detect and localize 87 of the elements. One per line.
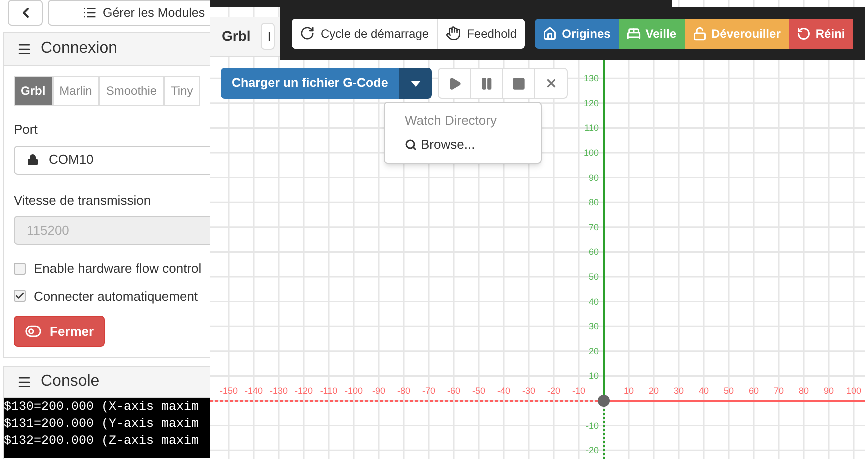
panel-title: Console [41,372,100,392]
axis-label: 130 [584,74,599,84]
axis-label: -120 [295,386,313,396]
pause-icon [480,76,494,90]
axis-label: 80 [799,386,809,396]
close-connection-button[interactable]: Fermer [14,316,106,347]
firmware-tab[interactable]: Marlin [52,76,100,106]
checkbox-label: Enable hardware flow control [34,260,202,278]
firmware-tab[interactable]: Smoothie [99,76,164,106]
unlock-icon [692,26,706,40]
home-icon [543,26,558,40]
checkbox-label: Connecter automatiquement [34,288,198,306]
menu-icon [17,374,32,390]
axis-label: 50 [588,272,599,282]
axis-label: -100 [345,386,363,396]
axis-label: 70 [774,386,784,396]
undo-icon [796,26,811,40]
field-label: Port [14,121,39,139]
hand-icon [446,26,462,41]
list-icon [83,6,97,20]
search-icon [405,139,417,151]
toggle-icon [25,323,42,340]
console-line: $130=200.000 (X-axis maxim [4,399,200,416]
axis-label: -80 [398,386,410,396]
toolbar-button[interactable]: Cycle de démarrage [292,18,438,48]
bed-icon [626,26,641,40]
axis-label: -110 [320,386,338,396]
axis-label: 30 [674,386,684,396]
axis-label: -150 [220,386,238,396]
axis-label: 110 [584,123,599,134]
panel-title: Connexion [41,39,118,59]
axis-label: -70 [422,386,436,396]
axis-label: -60 [448,386,460,396]
dropdown-toggle[interactable] [399,68,432,99]
workspace-tab[interactable]: I [260,23,275,50]
console-line: $131=200.000 (Y-axis maxim [4,416,200,433]
axis-label: 90 [824,386,834,396]
toolbar-button[interactable]: Origines [535,18,619,48]
axis-label: 30 [588,322,599,332]
lock-icon [27,154,39,166]
load-gcode-button[interactable]: Charger un fichier G-Code [221,68,400,99]
axis-label: -10 [572,386,586,396]
port-select[interactable]: COM10 [14,146,210,174]
console-line: $132=200.000 (Z-axis maxim [4,433,200,450]
axis-label: 80 [588,198,599,208]
menu-icon [17,42,32,56]
checkbox[interactable] [14,290,26,302]
toolbar-button[interactable]: Réini [788,18,854,48]
axis-label: -30 [522,386,536,396]
close-icon [544,77,558,90]
caret-icon [410,80,421,86]
rotate-icon [300,26,315,41]
axis-label: 100 [846,386,862,396]
axis-label: 20 [588,346,599,356]
axis-label: 40 [588,296,599,307]
play-icon [448,76,462,90]
axis-label: -20 [586,446,599,456]
axis-label: -130 [270,386,288,396]
menu-item[interactable]: Browse... [385,133,541,157]
stop-icon [512,76,526,90]
axis-label: 60 [749,386,759,396]
axis-label: 20 [649,386,659,396]
workspace-title: Grbl [222,27,251,46]
axis-label: -50 [472,386,486,396]
axis-label: -90 [372,386,386,396]
menu-header: Watch Directory [404,112,498,130]
axis-label: 120 [584,98,599,108]
manage-modules-button[interactable]: Gérer les Modules [48,0,210,26]
axis-label: 60 [588,247,599,258]
axis-label: -10 [586,420,599,431]
firmware-tab[interactable]: Tiny [164,76,200,106]
axis-label: 40 [699,386,709,396]
toolbar-button[interactable]: Veille [618,18,684,48]
axis-label: 50 [724,386,734,396]
axis-label: -140 [245,386,263,396]
field-label: Vitesse de transmission [14,192,152,210]
back-button[interactable] [8,0,43,26]
axis-label: 10 [624,386,634,396]
checkbox[interactable] [14,262,26,275]
axis-label: 100 [584,148,599,158]
firmware-tab[interactable]: Grbl [14,76,53,106]
axis-label: -20 [548,386,560,396]
axis-label: -40 [498,386,510,396]
axis-label: 90 [588,172,599,183]
axis-label: 10 [588,371,599,382]
origin-marker [598,395,610,407]
axis-label: 70 [588,222,599,232]
